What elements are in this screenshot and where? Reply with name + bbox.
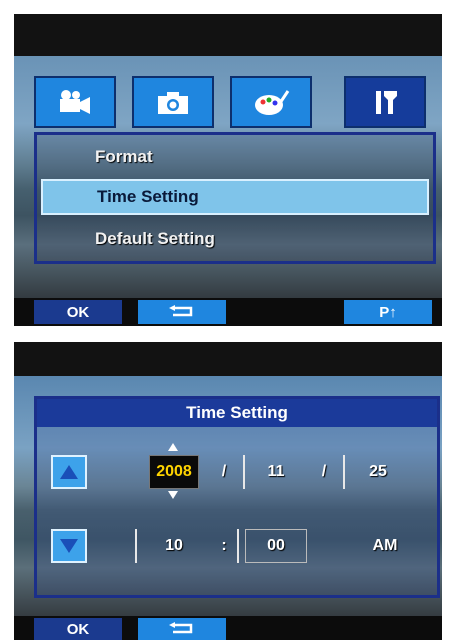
bottom-bar: OK P↑ bbox=[14, 298, 442, 326]
page-up-label: P↑ bbox=[379, 303, 397, 321]
menu-item-default-setting[interactable]: Default Setting bbox=[41, 221, 429, 257]
period-value: AM bbox=[372, 537, 398, 554]
menu-item-format[interactable]: Format bbox=[41, 139, 429, 175]
back-button[interactable] bbox=[138, 300, 226, 324]
period-field[interactable]: AM bbox=[355, 529, 415, 563]
hour-value: 10 bbox=[165, 537, 183, 554]
triangle-up-icon bbox=[60, 465, 78, 479]
time-setting-screen: Time Setting 2008 / 11 / 25 10: 00 AM O… bbox=[14, 342, 442, 640]
increment-button[interactable] bbox=[51, 455, 87, 489]
date-separator: / bbox=[321, 463, 327, 480]
spin-up-indicator-icon bbox=[168, 443, 178, 451]
tab-photo[interactable] bbox=[132, 76, 214, 128]
menu-screen: Format Time Setting Default Setting OK P… bbox=[14, 14, 442, 326]
return-arrow-icon bbox=[169, 622, 193, 634]
back-button[interactable] bbox=[138, 618, 226, 640]
decrement-button[interactable] bbox=[51, 529, 87, 563]
month-field[interactable]: 11 bbox=[251, 455, 301, 489]
menu-item-label: Format bbox=[95, 147, 153, 166]
dialog-title: Time Setting bbox=[37, 399, 437, 427]
day-field[interactable]: 25 bbox=[353, 455, 403, 489]
menu-item-label: Default Setting bbox=[95, 229, 215, 248]
mode-tabs bbox=[34, 76, 432, 128]
top-bar bbox=[14, 14, 442, 56]
time-setting-dialog: Time Setting 2008 / 11 / 25 10: 00 AM bbox=[34, 396, 440, 598]
year-value: 2008 bbox=[156, 463, 192, 480]
month-value: 11 bbox=[267, 463, 285, 480]
tools-icon bbox=[376, 91, 397, 114]
divider bbox=[243, 455, 245, 489]
tab-effects[interactable] bbox=[230, 76, 312, 128]
ok-button[interactable]: OK bbox=[34, 300, 122, 324]
page-up-button[interactable]: P↑ bbox=[344, 300, 432, 324]
year-field[interactable]: 2008 bbox=[149, 455, 199, 489]
divider bbox=[135, 529, 137, 563]
ok-label: OK bbox=[66, 620, 90, 638]
menu-item-time-setting[interactable]: Time Setting bbox=[41, 179, 429, 215]
ok-button[interactable]: OK bbox=[34, 618, 122, 640]
return-arrow-icon bbox=[169, 305, 193, 317]
ok-label: OK bbox=[66, 303, 90, 321]
hour-field[interactable]: 10 bbox=[149, 529, 199, 563]
date-separator: / bbox=[221, 463, 227, 480]
video-camera-icon bbox=[60, 90, 90, 114]
dialog-body: 2008 / 11 / 25 10 : 00 AM bbox=[37, 427, 437, 595]
triangle-down-icon bbox=[60, 539, 78, 553]
settings-menu: Format Time Setting Default Setting bbox=[34, 132, 436, 264]
top-bar bbox=[14, 342, 442, 376]
divider bbox=[237, 529, 239, 563]
time-separator: : bbox=[221, 537, 227, 554]
minute-value: 00 bbox=[267, 537, 285, 554]
palette-icon bbox=[255, 90, 290, 115]
tab-settings[interactable] bbox=[344, 76, 426, 128]
tab-video[interactable] bbox=[34, 76, 116, 128]
bottom-bar: OK bbox=[14, 616, 442, 640]
divider bbox=[343, 455, 345, 489]
minute-field[interactable]: 00 bbox=[245, 529, 307, 563]
menu-item-label: Time Setting bbox=[97, 187, 199, 206]
spin-down-indicator-icon bbox=[168, 491, 178, 499]
day-value: 25 bbox=[369, 463, 387, 480]
camera-icon bbox=[158, 92, 188, 114]
